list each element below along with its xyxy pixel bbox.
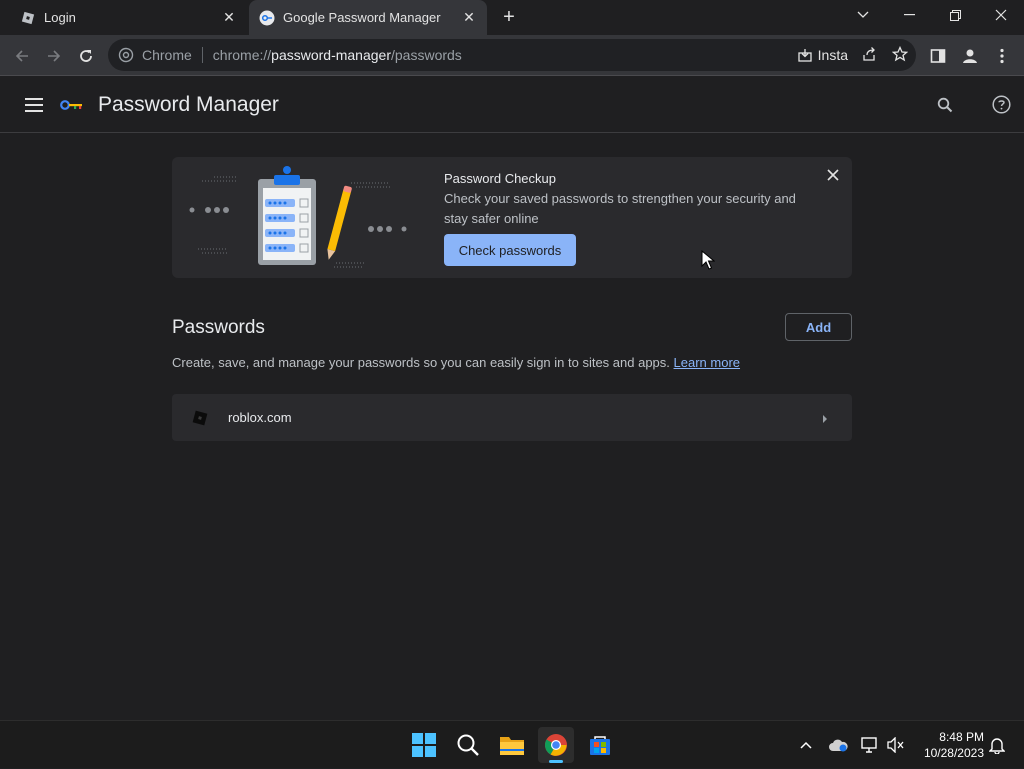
mouse-cursor-icon bbox=[701, 250, 715, 270]
onedrive-icon[interactable] bbox=[826, 721, 850, 769]
network-icon[interactable] bbox=[858, 721, 882, 769]
install-label: Insta bbox=[817, 47, 848, 63]
page-title: Password Manager bbox=[98, 92, 279, 116]
passwords-description-text: Create, save, and manage your passwords … bbox=[172, 355, 670, 370]
checkup-title: Password Checkup bbox=[444, 171, 556, 186]
password-list-item[interactable]: roblox.com bbox=[172, 394, 852, 441]
url-host: password-manager bbox=[271, 47, 391, 63]
omnibox-divider bbox=[201, 47, 203, 63]
file-explorer-icon[interactable] bbox=[494, 727, 530, 763]
checkup-illustration bbox=[189, 166, 407, 268]
search-icon[interactable] bbox=[937, 97, 953, 113]
site-label: Chrome bbox=[142, 47, 192, 63]
reload-icon[interactable] bbox=[74, 44, 98, 68]
close-window-button[interactable] bbox=[978, 0, 1024, 30]
url-scheme: chrome:// bbox=[212, 47, 272, 63]
tab-search-icon[interactable] bbox=[840, 0, 886, 30]
bookmark-star-icon[interactable] bbox=[891, 45, 909, 65]
address-bar[interactable]: Chrome chrome://password-manager/passwor… bbox=[108, 39, 916, 71]
install-icon bbox=[797, 49, 812, 62]
password-manager-logo-icon bbox=[60, 99, 84, 111]
roblox-icon bbox=[20, 10, 36, 26]
system-clock[interactable]: 8:48 PM 10/28/2023 bbox=[912, 729, 984, 761]
share-icon[interactable] bbox=[862, 46, 878, 65]
profile-avatar-icon[interactable] bbox=[958, 44, 982, 68]
back-icon[interactable] bbox=[10, 44, 34, 68]
browser-toolbar: Chrome chrome://password-manager/passwor… bbox=[0, 35, 1024, 76]
tab-title: Google Password Manager bbox=[283, 10, 441, 25]
tab-login[interactable]: Login ✕ bbox=[0, 0, 247, 35]
taskbar: 8:48 PM 10/28/2023 bbox=[0, 720, 1024, 768]
menu-dots-icon[interactable] bbox=[990, 44, 1014, 68]
close-icon[interactable] bbox=[824, 166, 842, 184]
clock-time: 8:48 PM bbox=[939, 730, 984, 744]
tab-strip: Login ✕ Google Password Manager ✕ + bbox=[0, 0, 1024, 35]
learn-more-link[interactable]: Learn more bbox=[674, 355, 740, 370]
close-tab-icon[interactable]: ✕ bbox=[221, 9, 237, 25]
volume-muted-icon[interactable] bbox=[884, 721, 908, 769]
check-passwords-button[interactable]: Check passwords bbox=[444, 234, 576, 266]
password-manager-favicon-icon bbox=[259, 10, 275, 26]
site-name: roblox.com bbox=[228, 410, 292, 425]
passwords-description: Create, save, and manage your passwords … bbox=[172, 355, 740, 370]
tab-title: Login bbox=[44, 10, 76, 25]
help-icon[interactable] bbox=[992, 95, 1011, 114]
minimize-button[interactable] bbox=[886, 0, 932, 30]
page-header: Password Manager bbox=[0, 77, 1024, 133]
notification-bell-icon[interactable] bbox=[986, 721, 1008, 769]
side-panel-icon[interactable] bbox=[926, 44, 950, 68]
search-taskbar-icon[interactable] bbox=[450, 727, 486, 763]
roblox-icon bbox=[192, 410, 208, 426]
url-path: /passwords bbox=[391, 47, 462, 63]
microsoft-store-icon[interactable] bbox=[582, 727, 618, 763]
password-checkup-card: Password Checkup Check your saved passwo… bbox=[172, 157, 852, 278]
new-tab-button[interactable]: + bbox=[499, 6, 519, 28]
chrome-taskbar-icon[interactable] bbox=[538, 727, 574, 763]
checkup-description: Check your saved passwords to strengthen… bbox=[444, 191, 796, 226]
chevron-right-icon bbox=[822, 411, 828, 429]
forward-icon[interactable] bbox=[42, 44, 66, 68]
show-hidden-icons-chevron-icon[interactable] bbox=[796, 721, 816, 769]
clock-date: 10/28/2023 bbox=[923, 746, 984, 760]
restore-button[interactable] bbox=[932, 0, 978, 30]
omnibox-actions: Insta bbox=[797, 39, 909, 71]
add-password-button[interactable]: Add bbox=[785, 313, 852, 341]
passwords-heading: Passwords bbox=[172, 317, 265, 338]
chrome-site-icon bbox=[118, 47, 134, 63]
install-app-button[interactable]: Insta bbox=[797, 47, 848, 63]
windows-start-icon[interactable] bbox=[406, 727, 442, 763]
hamburger-menu-icon[interactable] bbox=[25, 97, 43, 112]
tab-password-manager[interactable]: Google Password Manager ✕ bbox=[249, 0, 487, 35]
close-tab-icon[interactable]: ✕ bbox=[461, 9, 477, 25]
active-app-indicator bbox=[549, 760, 563, 763]
